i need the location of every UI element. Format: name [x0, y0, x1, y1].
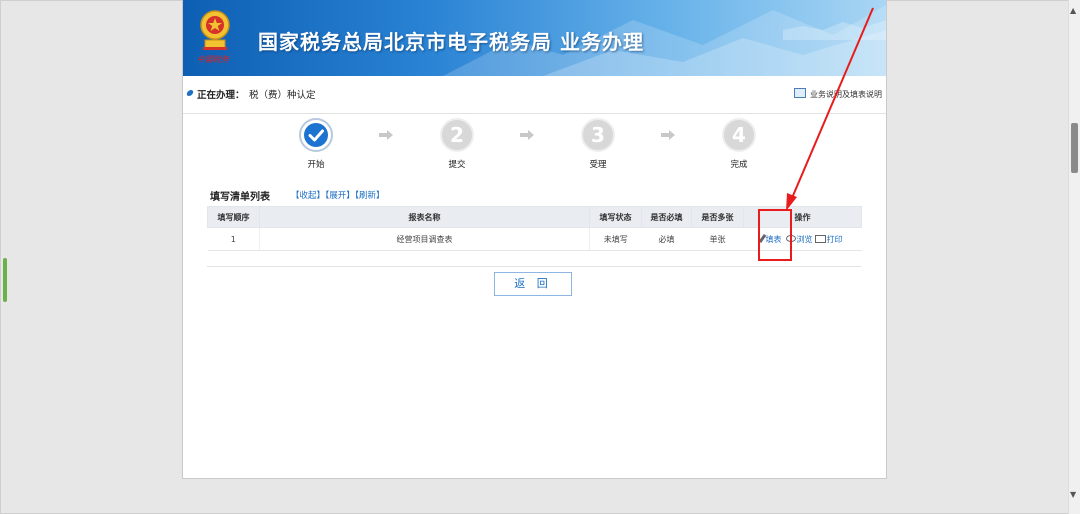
expand-link[interactable]: 【展开】: [325, 191, 355, 201]
status-bar: 正在办理： 税（费）种认定 业务说明及填表说明: [183, 76, 886, 114]
step-complete: 4 完成: [719, 118, 759, 170]
step-label: 完成: [730, 160, 748, 170]
cell-form-name: 经营项目调查表: [259, 227, 590, 251]
step-number-circle: 2: [440, 118, 474, 152]
current-business: 税（费）种认定: [249, 90, 316, 101]
step-submit: 2 提交: [437, 118, 477, 170]
step-number-circle: 4: [722, 118, 756, 152]
step-arrow-icon: [661, 130, 675, 140]
checkmark-icon: [308, 129, 324, 142]
step-arrow-icon: [520, 130, 534, 140]
side-drag-handle[interactable]: [3, 258, 7, 302]
refresh-link[interactable]: 【刷新】: [355, 191, 385, 201]
help-link-label: 业务说明及填表说明: [810, 90, 882, 99]
scroll-down-icon[interactable]: ▼: [1070, 490, 1076, 499]
status-label: 正在办理：: [197, 90, 245, 101]
annotation-highlight-box: [758, 209, 792, 261]
page-title: 国家税务总局北京市电子税务局 业务办理: [258, 30, 644, 54]
bullet-icon: [185, 90, 195, 96]
step-label: 受理: [589, 160, 607, 170]
print-link[interactable]: 打印: [814, 234, 843, 244]
vertical-scrollbar[interactable]: ▲ ▼: [1068, 0, 1080, 514]
step-arrow-icon: [379, 130, 393, 140]
collapse-link[interactable]: 【收起】: [291, 191, 325, 201]
column-header-multiple: 是否多张: [691, 206, 744, 228]
step-start: 开始: [296, 118, 336, 170]
column-header-name: 报表名称: [259, 206, 590, 228]
step-accept: 3 受理: [578, 118, 618, 170]
step-number-circle: 3: [581, 118, 615, 152]
column-header-status: 填写状态: [589, 206, 642, 228]
book-icon: [794, 88, 806, 98]
step-label: 提交: [448, 160, 466, 170]
cell-multiple: 单张: [691, 227, 744, 251]
list-title: 填写清单列表: [210, 192, 270, 203]
step-done-indicator: [299, 118, 333, 152]
cell-required: 必填: [641, 227, 692, 251]
progress-steps: 开始 2 提交 3 受理 4 完成: [183, 118, 886, 178]
divider: [207, 266, 861, 267]
help-link[interactable]: 业务说明及填表说明: [794, 88, 882, 100]
scrollbar-thumb[interactable]: [1071, 123, 1078, 173]
printer-icon: [814, 234, 826, 243]
scroll-up-icon[interactable]: ▲: [1070, 6, 1076, 15]
list-actions: 【收起】【展开】【刷新】: [291, 189, 385, 201]
column-header-order: 填写顺序: [207, 206, 260, 228]
tax-emblem-icon: [200, 10, 230, 50]
cell-order: 1: [207, 227, 260, 251]
back-button[interactable]: 返 回: [494, 272, 572, 296]
cell-status: 未填写: [589, 227, 642, 251]
header-banner: 中国税务 国家税务总局北京市电子税务局 业务办理: [183, 0, 886, 76]
column-header-required: 是否必填: [641, 206, 692, 228]
step-label: 开始: [307, 160, 325, 170]
emblem-caption: 中国税务: [197, 55, 229, 64]
